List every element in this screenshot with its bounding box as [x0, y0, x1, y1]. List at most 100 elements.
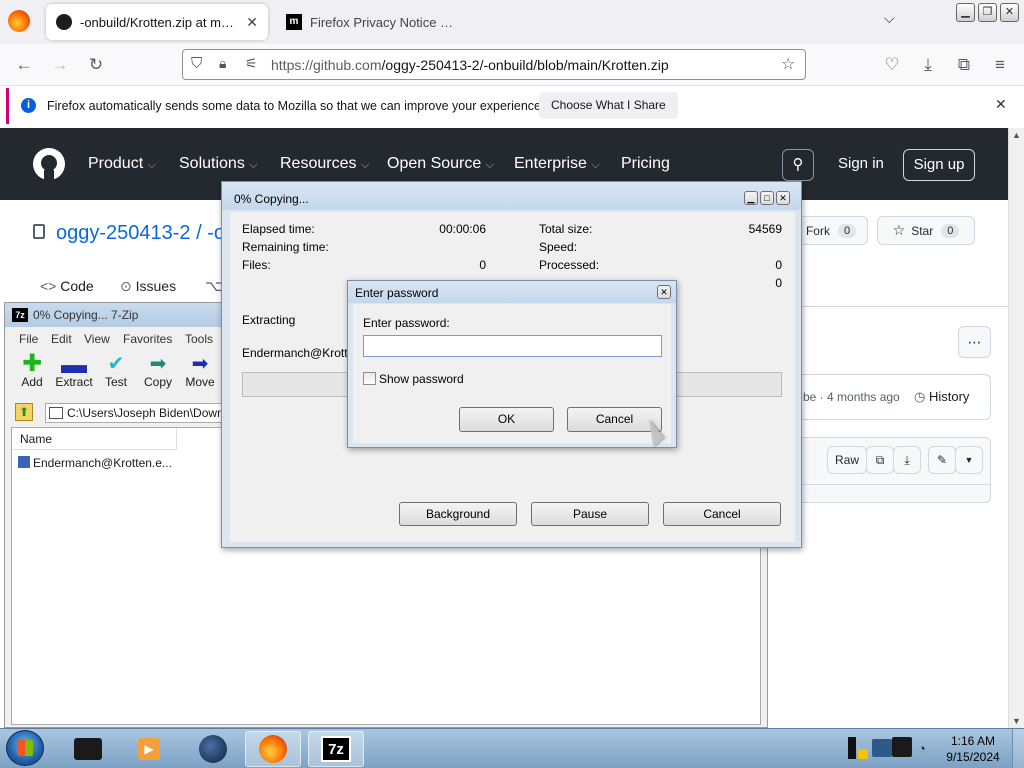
close-window-icon[interactable]: ✕ — [1000, 3, 1019, 22]
chevron-down-icon: ⌵ — [591, 159, 600, 171]
remaining-label: Remaining time: — [242, 240, 329, 254]
list-all-tabs-icon[interactable]: ⌵ — [884, 10, 895, 27]
tray-notify-icon[interactable] — [848, 737, 856, 759]
file-panel-bg — [770, 306, 1008, 728]
chevron-down-icon: ⌵ — [249, 159, 258, 171]
sign-in-link[interactable]: Sign in — [838, 155, 884, 172]
sevenzip-title: 0% Copying... 7-Zip — [33, 308, 139, 322]
add-button[interactable]: ✚ Add — [11, 352, 53, 390]
nav-label: Product — [88, 155, 144, 172]
bookmark-star-icon[interactable]: ☆ — [781, 54, 795, 74]
list-item[interactable]: Endermanch@Krotten.e... — [18, 456, 172, 470]
url-text: https://github.com/oggy-250413-2/-onbuil… — [271, 57, 669, 73]
star-button[interactable]: ☆ Star 0 — [877, 216, 975, 245]
menu-file[interactable]: File — [19, 332, 38, 346]
taskbar: ▶ 7z ◔ 1:16 AM 9/15/2024 — [0, 728, 1024, 768]
cancel-button[interactable]: Cancel — [663, 502, 781, 526]
menu-tools[interactable]: Tools — [185, 332, 213, 346]
repo-owner-link[interactable]: oggy-250413-2 — [56, 222, 191, 244]
clock[interactable]: 1:16 AM 9/15/2024 — [940, 733, 1006, 765]
password-dialog: Enter password ✕ Enter password: Show pa… — [347, 280, 677, 448]
taskbar-app-terminal[interactable] — [60, 731, 116, 767]
tray-network-icon[interactable]: ◔ — [918, 741, 926, 756]
background-button[interactable]: Background — [399, 502, 517, 526]
forward-arrow-icon[interactable]: → — [45, 50, 75, 80]
more-options-button[interactable]: ⋯ — [958, 326, 991, 358]
show-desktop-button[interactable] — [1012, 729, 1024, 768]
show-password-checkbox[interactable] — [363, 372, 376, 385]
nav-resources[interactable]: Resources ⌵ — [280, 155, 369, 173]
lock-icon[interactable]: 🔒︎ — [219, 55, 226, 72]
menu-edit[interactable]: Edit — [51, 332, 72, 346]
back-arrow-icon[interactable]: ← — [9, 50, 39, 80]
search-icon: ⚲ — [792, 156, 804, 173]
choose-what-i-share-button[interactable]: Choose What I Share — [539, 92, 678, 119]
pause-button[interactable]: Pause — [531, 502, 649, 526]
taskbar-app-media[interactable]: ▶ — [120, 731, 176, 767]
column-header-name[interactable]: Name — [12, 428, 177, 450]
move-button[interactable]: ➡ Move — [179, 353, 221, 389]
fork-button[interactable]: Fork 0 — [794, 216, 868, 245]
copy-button[interactable]: ➡ Copy — [137, 353, 179, 389]
ok-button[interactable]: OK — [459, 407, 554, 432]
tab-code[interactable]: <> Code — [40, 278, 94, 294]
taskbar-app-7zip[interactable]: 7z — [308, 731, 364, 767]
star-count: 0 — [941, 223, 960, 238]
close-icon[interactable]: ✕ — [657, 285, 671, 299]
password-input[interactable] — [363, 335, 662, 357]
minimize-icon[interactable]: ▁ — [956, 3, 975, 22]
extensions-icon[interactable]: ⧉ — [949, 50, 979, 80]
restore-icon[interactable]: ❐ — [978, 3, 997, 22]
chevron-down-icon: ⌵ — [360, 159, 370, 171]
taskbar-app-globe[interactable] — [185, 731, 241, 767]
firefox-view-icon[interactable] — [8, 10, 30, 32]
maximize-icon[interactable]: □ — [760, 191, 774, 205]
download-raw-button[interactable]: ⤓ — [893, 446, 921, 474]
extracting-label: Extracting — [242, 313, 296, 327]
nav-pricing[interactable]: Pricing — [621, 155, 670, 173]
tab-privacy-notice[interactable]: m Firefox Privacy Notice — Mo — [276, 4, 476, 40]
shield-icon[interactable]: ⛉ — [191, 55, 202, 72]
fork-count: 0 — [837, 223, 857, 238]
history-link[interactable]: ◷ History — [914, 389, 969, 405]
pocket-icon[interactable]: ♡ — [877, 50, 907, 80]
nav-solutions[interactable]: Solutions ⌵ — [179, 155, 258, 173]
downloads-icon[interactable]: ⤓ — [913, 50, 943, 80]
path-field[interactable]: C:\Users\Joseph Biden\Down — [45, 403, 225, 423]
tray-device-icon[interactable] — [872, 739, 892, 757]
edit-dropdown-button[interactable]: ▼ — [955, 446, 983, 474]
copy-raw-button[interactable]: ⧉ — [866, 446, 894, 474]
test-button[interactable]: ✔ Test — [95, 353, 137, 389]
nav-open-source[interactable]: Open Source ⌵ — [387, 155, 494, 173]
up-folder-icon[interactable]: ⬆ — [15, 403, 33, 421]
search-button[interactable]: ⚲ — [782, 149, 814, 181]
tab-issues[interactable]: ⊙ Issues — [120, 278, 176, 295]
page-scrollbar[interactable]: ▲ ▼ — [1008, 128, 1024, 728]
menu-icon[interactable]: ≡ — [985, 50, 1015, 80]
raw-button[interactable]: Raw — [827, 446, 867, 474]
minimize-icon[interactable]: ▁ — [744, 191, 758, 205]
start-button[interactable] — [6, 730, 44, 766]
repo-icon — [33, 224, 45, 239]
menu-favorites[interactable]: Favorites — [123, 332, 172, 346]
show-password-label[interactable]: Show password — [379, 372, 464, 386]
close-tab-icon[interactable]: ✕ — [246, 14, 258, 31]
edit-button[interactable]: ✎ — [928, 446, 956, 474]
extract-button[interactable]: ▬ Extract — [53, 351, 95, 389]
menu-view[interactable]: View — [84, 332, 110, 346]
taskbar-app-firefox[interactable] — [245, 731, 301, 767]
nav-enterprise[interactable]: Enterprise ⌵ — [514, 155, 600, 173]
close-notification-icon[interactable]: ✕ — [995, 96, 1007, 113]
reload-icon[interactable]: ↻ — [81, 50, 111, 80]
tray-flag-icon[interactable] — [858, 749, 868, 759]
processed-label: Processed: — [539, 258, 600, 272]
sign-up-button[interactable]: Sign up — [903, 149, 975, 181]
nav-product[interactable]: Product ⌵ — [88, 155, 156, 173]
tab-github[interactable]: -onbuild/Krotten.zip at main · o ✕ — [46, 4, 268, 40]
close-icon[interactable]: ✕ — [776, 191, 790, 205]
github-logo-icon[interactable] — [33, 148, 65, 180]
url-bar[interactable]: ⛉ 🔒︎ ⚟ https://github.com/oggy-250413-2/… — [182, 49, 806, 80]
permissions-icon[interactable]: ⚟ — [245, 55, 258, 72]
tray-monitor-icon[interactable] — [892, 737, 912, 757]
repo-title[interactable]: oggy-250413-2 / -o — [56, 222, 225, 245]
